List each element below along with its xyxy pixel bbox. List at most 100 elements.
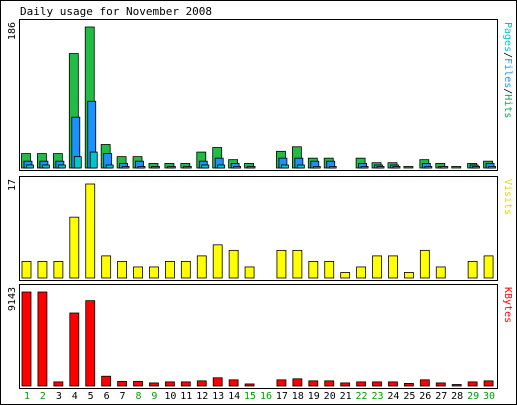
bar-hits-files-pages-pages-3 [57, 164, 66, 169]
bar-kbytes-kbytes-11 [180, 381, 191, 387]
bar-hits-files-pages-pages-27 [440, 166, 449, 169]
bar-kbytes-kbytes-19 [308, 380, 319, 387]
panel-hits-files-pages: 186 Pages/Files/Hits [7, 19, 513, 171]
bar-hits-files-pages-pages-6 [105, 164, 114, 169]
bar-hits-files-pages-files-15 [246, 166, 256, 169]
bar-hits-files-pages-pages-26 [424, 166, 433, 169]
bar-visits-visits-9 [149, 266, 159, 279]
bar-hits-files-pages-pages-13 [217, 164, 226, 169]
day-label-4: 4 [72, 391, 78, 402]
bar-kbytes-kbytes-27 [435, 382, 446, 387]
bar-hits-files-pages-pages-8 [137, 166, 146, 169]
bar-hits-files-pages-files-9 [151, 166, 160, 169]
bar-visits-visits-10 [164, 261, 175, 279]
bar-kbytes-kbytes-21 [340, 382, 351, 387]
day-label-1: 1 [24, 391, 30, 402]
bar-visits-visits-21 [340, 272, 351, 279]
bar-visits-visits-17 [276, 249, 287, 279]
bar-kbytes-kbytes-14 [228, 379, 239, 387]
bar-visits-visits-1 [21, 261, 32, 279]
bar-kbytes-kbytes-6 [101, 375, 112, 387]
day-label-10: 10 [164, 391, 176, 402]
bar-hits-files-pages-pages-14 [233, 166, 242, 169]
bar-hits-files-pages-pages-18 [296, 164, 305, 169]
bar-kbytes-kbytes-28 [451, 384, 462, 387]
day-label-14: 14 [228, 391, 240, 402]
day-label-24: 24 [387, 391, 399, 402]
day-label-18: 18 [292, 391, 304, 402]
bar-hits-files-pages-pages-2 [42, 164, 50, 169]
day-label-5: 5 [88, 391, 94, 402]
bar-kbytes-kbytes-8 [133, 380, 143, 387]
chart-panels: 186 Pages/Files/Hits 17 Visits 9143 KBytes [7, 19, 513, 389]
bar-hits-files-pages-files-11 [182, 166, 192, 169]
bar-hits-files-pages-hits-25 [403, 166, 414, 169]
bar-visits-visits-6 [101, 255, 112, 279]
bar-kbytes-kbytes-4 [69, 312, 80, 387]
bar-visits-visits-23 [372, 255, 382, 279]
day-label-16: 16 [260, 391, 272, 402]
bar-kbytes-kbytes-1 [21, 291, 32, 387]
bar-visits-visits-4 [69, 216, 80, 279]
day-label-20: 20 [324, 391, 336, 402]
day-label-23: 23 [371, 391, 383, 402]
bar-hits-files-pages-pages-7 [121, 166, 130, 169]
bar-hits-files-pages-pages-1 [26, 164, 34, 169]
panel-visits: 17 Visits [7, 176, 513, 281]
day-label-11: 11 [180, 391, 192, 402]
bar-visits-visits-15 [244, 266, 255, 279]
bar-kbytes-kbytes-26 [419, 379, 430, 387]
bar-kbytes-kbytes-7 [117, 380, 127, 387]
legend-part-kbytes-0: KBytes [502, 287, 513, 323]
bar-visits-visits-27 [435, 266, 446, 279]
bar-visits-visits-22 [356, 266, 367, 279]
day-label-30: 30 [483, 391, 495, 402]
legend-label-kbytes: KBytes [502, 287, 513, 323]
bar-hits-files-pages-pages-5 [89, 151, 98, 169]
bar-kbytes-kbytes-10 [164, 381, 175, 387]
day-label-19: 19 [308, 391, 320, 402]
bar-visits-visits-18 [292, 249, 303, 279]
day-label-26: 26 [419, 391, 431, 402]
bar-kbytes-kbytes-12 [196, 380, 207, 387]
bar-hits-files-pages-pages-24 [392, 166, 401, 169]
bar-visits-visits-14 [228, 249, 239, 279]
bar-visits-visits-2 [37, 261, 48, 279]
day-label-9: 9 [151, 391, 157, 402]
chart-title: Daily usage for November 2008 [20, 5, 212, 18]
bar-kbytes-kbytes-29 [467, 381, 478, 387]
legend-part-hits-files-pages-0: Pages [502, 22, 513, 52]
bar-visits-visits-25 [403, 272, 414, 279]
bar-kbytes-kbytes-23 [372, 381, 382, 387]
bar-visits-visits-30 [483, 255, 494, 279]
bar-kbytes-kbytes-5 [85, 300, 96, 387]
day-label-3: 3 [56, 391, 62, 402]
scale-max-label-visits: 17 [7, 179, 18, 191]
bar-visits-visits-20 [324, 261, 335, 279]
bar-kbytes-kbytes-30 [483, 380, 494, 387]
legend-label-visits: Visits [502, 179, 513, 215]
bar-kbytes-kbytes-25 [403, 383, 414, 387]
bar-visits-visits-11 [180, 261, 191, 279]
bar-visits-visits-24 [388, 255, 398, 279]
day-label-8: 8 [135, 391, 141, 402]
bar-hits-files-pages-files-10 [166, 166, 176, 169]
day-label-21: 21 [340, 391, 352, 402]
legend-part-hits-files-pages-4: Hits [502, 94, 513, 118]
legend-part-hits-files-pages-2: Files [502, 58, 513, 88]
day-label-29: 29 [467, 391, 479, 402]
bar-visits-visits-19 [308, 261, 319, 279]
bar-hits-files-pages-pages-23 [376, 166, 385, 169]
bar-hits-files-pages-pages-29 [472, 166, 481, 169]
bar-visits-visits-3 [53, 261, 64, 279]
bar-kbytes-kbytes-9 [149, 382, 159, 387]
legend-label-hits-files-pages: Pages/Files/Hits [502, 22, 513, 118]
bar-kbytes-kbytes-13 [212, 377, 223, 387]
day-label-22: 22 [356, 391, 368, 402]
bar-hits-files-pages-pages-22 [360, 166, 369, 169]
day-label-28: 28 [451, 391, 463, 402]
day-label-25: 25 [403, 391, 415, 402]
scale-max-label-hits-files-pages: 186 [7, 22, 18, 40]
day-label-15: 15 [244, 391, 256, 402]
scale-max-label-kbytes: 9143 [7, 287, 18, 311]
